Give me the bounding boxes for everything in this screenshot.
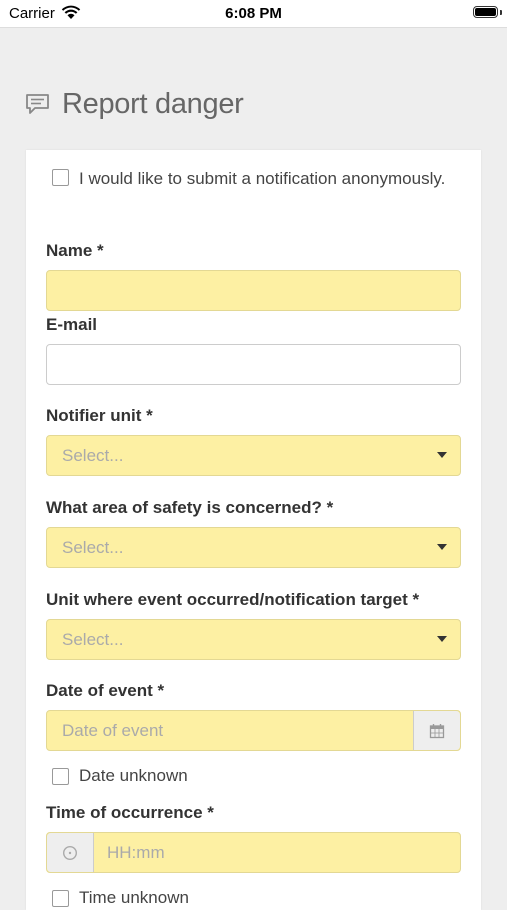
date-field[interactable]: Date of event <box>46 710 461 751</box>
anonymous-label: I would like to submit a notification an… <box>79 169 446 188</box>
battery-tip <box>500 10 502 15</box>
battery-icon <box>473 6 498 18</box>
safety-area-select[interactable]: Select... <box>46 527 461 568</box>
email-label: E-mail <box>46 315 98 334</box>
page-header: Report danger <box>25 86 244 122</box>
anonymous-checkbox[interactable] <box>52 169 69 186</box>
calendar-button[interactable] <box>413 711 460 750</box>
clock-time: 6:08 PM <box>225 5 282 22</box>
clock-icon <box>62 845 78 860</box>
email-field[interactable] <box>46 344 461 385</box>
date-unknown-label: Date unknown <box>79 766 188 785</box>
time-field[interactable]: HH:mm <box>46 832 461 873</box>
time-unknown-checkbox[interactable] <box>52 890 69 907</box>
anonymous-option[interactable]: I would like to submit a notification an… <box>52 167 452 191</box>
notifier-unit-select[interactable]: Select... <box>46 435 461 476</box>
date-unknown-option[interactable]: Date unknown <box>52 766 188 786</box>
time-unknown-label: Time unknown <box>79 888 189 907</box>
page-title: Report danger <box>62 87 244 120</box>
safety-area-value: Select... <box>62 537 124 557</box>
time-placeholder: HH:mm <box>107 842 165 862</box>
notifier-unit-label: Notifier unit * <box>46 406 153 425</box>
time-unknown-option[interactable]: Time unknown <box>52 888 189 908</box>
clock-button[interactable] <box>47 833 94 872</box>
safety-area-label: What area of safety is concerned? * <box>46 498 334 517</box>
status-bar: Carrier 6:08 PM <box>0 0 507 28</box>
caret-down-icon <box>437 544 447 550</box>
comment-icon <box>26 94 49 114</box>
name-field[interactable] <box>46 270 461 311</box>
date-label: Date of event * <box>46 681 165 700</box>
name-label: Name * <box>46 241 104 260</box>
event-unit-select[interactable]: Select... <box>46 619 461 660</box>
caret-down-icon <box>437 636 447 642</box>
caret-down-icon <box>437 452 447 458</box>
time-label: Time of occurrence * <box>46 803 214 822</box>
event-unit-value: Select... <box>62 629 124 649</box>
date-placeholder: Date of event <box>62 720 164 740</box>
date-unknown-checkbox[interactable] <box>52 768 69 785</box>
calendar-icon <box>429 723 445 738</box>
notifier-unit-value: Select... <box>62 445 124 465</box>
event-unit-label: Unit where event occurred/notification t… <box>46 590 420 609</box>
report-form: I would like to submit a notification an… <box>26 150 481 910</box>
